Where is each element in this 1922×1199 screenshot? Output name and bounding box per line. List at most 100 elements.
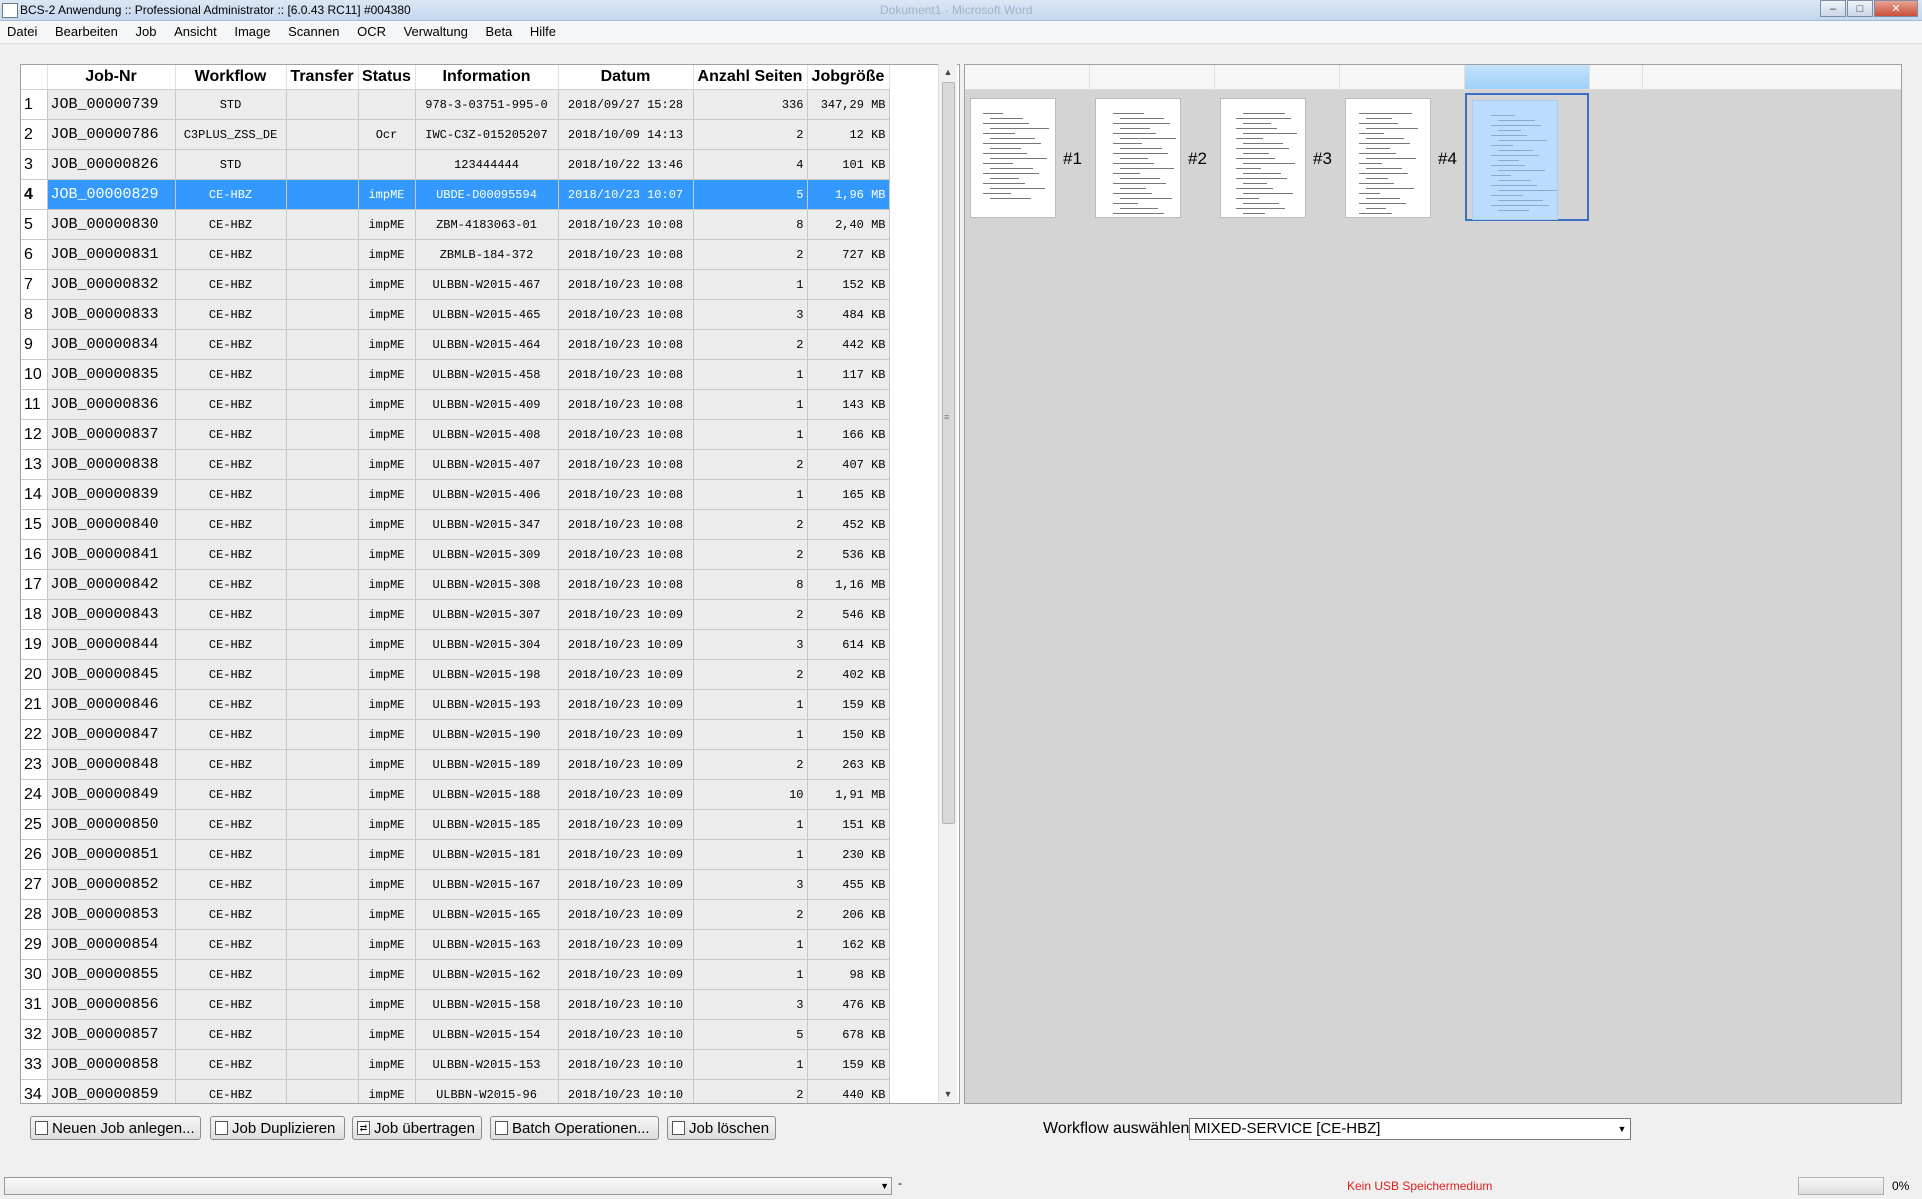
- menu-datei[interactable]: Datei: [0, 21, 44, 39]
- table-row[interactable]: 28 JOB_00000853 CE-HBZ impME ULBBN-W2015-165…: [21, 899, 890, 930]
- jobgroesse-cell: 347,29 MB: [807, 89, 890, 120]
- anzahl-seiten-cell: 1: [693, 389, 808, 420]
- anzahl-seiten-cell: 1: [693, 1049, 808, 1080]
- table-row[interactable]: 17 JOB_00000842 CE-HBZ impME ULBBN-W2015-308…: [21, 569, 890, 600]
- menu-ocr[interactable]: OCR: [350, 21, 393, 39]
- table-row[interactable]: 23 JOB_00000848 CE-HBZ impME ULBBN-W2015-189…: [21, 749, 890, 780]
- table-row[interactable]: 3 JOB_00000826 STD 123444444 2018/10/22 13:4…: [21, 149, 890, 180]
- maximize-button[interactable]: □: [1847, 0, 1873, 17]
- menu-hilfe[interactable]: Hilfe: [523, 21, 563, 39]
- batch-operations-button[interactable]: Batch Operationen...: [490, 1116, 659, 1140]
- table-row[interactable]: 30 JOB_00000855 CE-HBZ impME ULBBN-W2015-162…: [21, 959, 890, 990]
- table-row[interactable]: 10 JOB_00000835 CE-HBZ impME ULBBN-W2015-458…: [21, 359, 890, 390]
- page-thumbnail-5-selected[interactable]: [1465, 93, 1589, 221]
- anzahl-seiten-cell: 1: [693, 719, 808, 750]
- column-header-status[interactable]: Status: [358, 65, 416, 90]
- transfer-cell: [286, 659, 359, 690]
- table-row[interactable]: 1 JOB_00000739 STD 978-3-03751-995-0 2018/09…: [21, 89, 890, 120]
- jobgroesse-cell: 476 KB: [807, 989, 890, 1020]
- menu-bearbeiten[interactable]: Bearbeiten: [48, 21, 125, 39]
- table-row[interactable]: 26 JOB_00000851 CE-HBZ impME ULBBN-W2015-181…: [21, 839, 890, 870]
- duplicate-job-button[interactable]: Job Duplizieren: [210, 1116, 345, 1140]
- table-row[interactable]: 19 JOB_00000844 CE-HBZ impME ULBBN-W2015-304…: [21, 629, 890, 660]
- table-row[interactable]: 5 JOB_00000830 CE-HBZ impME ZBM-4183063-01 20…: [21, 209, 890, 240]
- table-row[interactable]: 20 JOB_00000845 CE-HBZ impME ULBBN-W2015-198…: [21, 659, 890, 690]
- menu-scannen[interactable]: Scannen: [281, 21, 346, 39]
- status-dropdown[interactable]: ▼: [4, 1177, 892, 1195]
- scrollbar-thumb[interactable]: [942, 82, 955, 824]
- page-thumbnail-3[interactable]: #3: [1215, 93, 1339, 221]
- table-row[interactable]: 29 JOB_00000854 CE-HBZ impME ULBBN-W2015-163…: [21, 929, 890, 960]
- table-row[interactable]: 32 JOB_00000857 CE-HBZ impME ULBBN-W2015-154…: [21, 1019, 890, 1050]
- table-row[interactable]: 31 JOB_00000856 CE-HBZ impME ULBBN-W2015-158…: [21, 989, 890, 1020]
- transfer-job-button[interactable]: ⇄ Job übertragen: [352, 1116, 482, 1140]
- table-row[interactable]: 27 JOB_00000852 CE-HBZ impME ULBBN-W2015-167…: [21, 869, 890, 900]
- minimize-button[interactable]: –: [1820, 0, 1846, 17]
- anzahl-seiten-cell: 3: [693, 989, 808, 1020]
- table-row[interactable]: 11 JOB_00000836 CE-HBZ impME ULBBN-W2015-409…: [21, 389, 890, 420]
- column-header-transfer[interactable]: Transfer: [286, 65, 359, 90]
- workflow-select[interactable]: MIXED-SERVICE [CE-HBZ] ▼: [1189, 1118, 1631, 1140]
- menu-verwaltung[interactable]: Verwaltung: [397, 21, 475, 39]
- job-nr-cell: JOB_00000849: [47, 779, 176, 810]
- page-thumbnail-2[interactable]: #2: [1090, 93, 1214, 221]
- table-row[interactable]: 9 JOB_00000834 CE-HBZ impME ULBBN-W2015-464 2…: [21, 329, 890, 360]
- table-row[interactable]: 18 JOB_00000843 CE-HBZ impME ULBBN-W2015-307…: [21, 599, 890, 630]
- table-row[interactable]: 7 JOB_00000832 CE-HBZ impME ULBBN-W2015-467 2…: [21, 269, 890, 300]
- status-bar: ▼ - Kein USB Speichermedium 0%: [0, 1172, 1922, 1199]
- page-thumbnail-1[interactable]: #1: [965, 93, 1089, 221]
- chevron-down-icon[interactable]: ▼: [1614, 1119, 1630, 1139]
- anzahl-seiten-cell: 3: [693, 629, 808, 660]
- table-row[interactable]: 21 JOB_00000846 CE-HBZ impME ULBBN-W2015-193…: [21, 689, 890, 720]
- close-button[interactable]: ✕: [1874, 0, 1918, 17]
- app-icon[interactable]: [2, 3, 18, 18]
- panel-splitter[interactable]: ≡: [944, 412, 949, 422]
- anzahl-seiten-cell: 1: [693, 689, 808, 720]
- table-row[interactable]: 15 JOB_00000840 CE-HBZ impME ULBBN-W2015-347…: [21, 509, 890, 540]
- delete-job-button[interactable]: Job löschen: [667, 1116, 776, 1140]
- job-nr-cell: JOB_00000838: [47, 449, 176, 480]
- table-row-selected[interactable]: 4 JOB_00000829 CE-HBZ impME UBDE-D00095594 20…: [21, 179, 890, 210]
- column-header-information[interactable]: Information: [415, 65, 559, 90]
- scroll-down-arrow-icon[interactable]: ▼: [939, 1086, 957, 1102]
- scroll-up-arrow-icon[interactable]: ▲: [939, 64, 957, 80]
- jobgroesse-cell: 407 KB: [807, 449, 890, 480]
- datum-cell: 2018/10/23 10:09: [558, 629, 694, 660]
- batch-icon: [495, 1121, 508, 1135]
- transfer-cell: [286, 509, 359, 540]
- table-row[interactable]: 8 JOB_00000833 CE-HBZ impME ULBBN-W2015-465 2…: [21, 299, 890, 330]
- menu-image[interactable]: Image: [227, 21, 277, 39]
- table-row[interactable]: 24 JOB_00000849 CE-HBZ impME ULBBN-W2015-188…: [21, 779, 890, 810]
- table-row[interactable]: 34 JOB_00000859 CE-HBZ impME ULBBN-W2015-96 2…: [21, 1079, 890, 1103]
- table-row[interactable]: 13 JOB_00000838 CE-HBZ impME ULBBN-W2015-407…: [21, 449, 890, 480]
- table-row[interactable]: 25 JOB_00000850 CE-HBZ impME ULBBN-W2015-185…: [21, 809, 890, 840]
- new-job-button[interactable]: Neuen Job anlegen...: [30, 1116, 201, 1140]
- column-header-anzahl-seiten[interactable]: Anzahl Seiten: [693, 65, 808, 90]
- table-row[interactable]: 12 JOB_00000837 CE-HBZ impME ULBBN-W2015-408…: [21, 419, 890, 450]
- menu-ansicht[interactable]: Ansicht: [167, 21, 224, 39]
- menu-beta[interactable]: Beta: [479, 21, 520, 39]
- row-number: 28: [21, 899, 48, 930]
- chevron-down-icon[interactable]: ▼: [880, 1178, 889, 1195]
- column-header-datum[interactable]: Datum: [558, 65, 694, 90]
- status-cell: impME: [358, 659, 416, 690]
- table-row[interactable]: 16 JOB_00000841 CE-HBZ impME ULBBN-W2015-309…: [21, 539, 890, 570]
- table-row[interactable]: 33 JOB_00000858 CE-HBZ impME ULBBN-W2015-153…: [21, 1049, 890, 1080]
- workflow-cell: CE-HBZ: [175, 1049, 287, 1080]
- table-row[interactable]: 2 JOB_00000786 C3PLUS_ZSS_DE Ocr IWC-C3Z-015…: [21, 119, 890, 150]
- background-window-title: Dokument1 - Microsoft Word: [880, 3, 1033, 17]
- transfer-job-label: Job übertragen: [374, 1119, 475, 1137]
- menu-job[interactable]: Job: [129, 21, 164, 39]
- table-row[interactable]: 14 JOB_00000839 CE-HBZ impME ULBBN-W2015-406…: [21, 479, 890, 510]
- progress-percent: 0%: [1892, 1179, 1910, 1193]
- status-cell: impME: [358, 1079, 416, 1103]
- trash-icon: [672, 1121, 685, 1135]
- job-table-scrollbar[interactable]: ▲ ▼: [938, 64, 957, 1102]
- table-row[interactable]: 6 JOB_00000831 CE-HBZ impME ZBMLB-184-372 201…: [21, 239, 890, 270]
- column-header-jobgroesse[interactable]: Jobgröße: [807, 65, 890, 90]
- column-header-job-nr[interactable]: Job-Nr: [47, 65, 176, 90]
- table-row[interactable]: 22 JOB_00000847 CE-HBZ impME ULBBN-W2015-190…: [21, 719, 890, 750]
- page-thumbnail-4[interactable]: #4: [1340, 93, 1464, 221]
- transfer-cell: [286, 869, 359, 900]
- column-header-workflow[interactable]: Workflow: [175, 65, 287, 90]
